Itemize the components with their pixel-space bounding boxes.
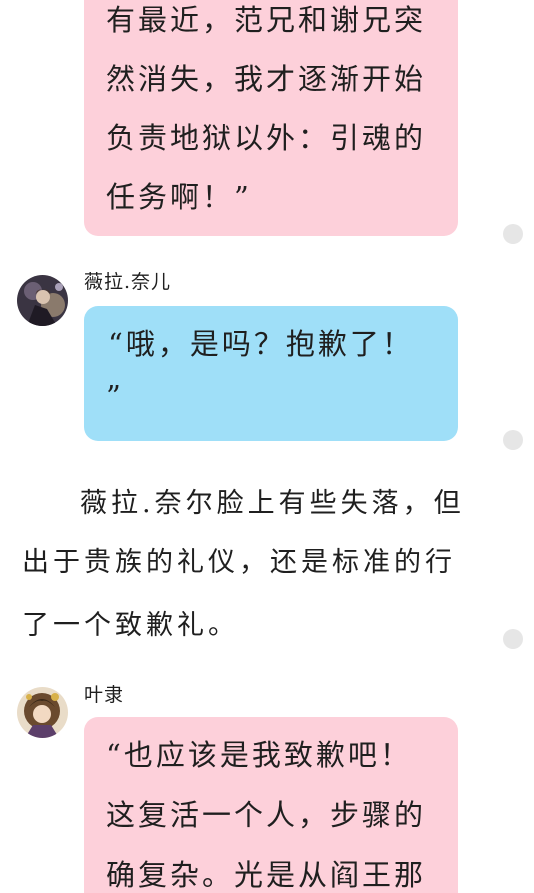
message-text-line: 确复杂。光是从阎王那 [106,858,427,892]
message-text-line: 有最近，范兄和谢兄突 [106,3,427,37]
message-text-line: ” [106,379,124,413]
narration-line: 薇拉.奈尔脸上有些失落，但 [80,488,465,519]
speaker-name: 叶隶 [84,684,125,706]
avatar-vera-icon[interactable] [17,275,68,326]
speaker-name: 薇拉.奈儿 [84,271,172,293]
comment-dot-icon[interactable] [503,224,523,244]
message-bubble-pink: “也应该是我致歉吧！ 这复活一个人，步骤的 确复杂。光是从阎王那 [84,717,458,893]
message-text-line: 然消失，我才逐渐开始 [106,62,427,96]
message-text-line: 这复活一个人，步骤的 [106,798,427,832]
comment-dot-icon[interactable] [503,629,523,649]
avatar-yeli-icon[interactable] [17,687,68,738]
message-text-line: 任务啊！” [106,180,252,214]
message-text-line: “哦，是吗？抱歉了！ [108,327,414,361]
avatar-yeli-image [17,687,68,738]
avatar-vera-image [17,275,68,326]
narration-line: 了一个致歉礼。 [22,610,239,641]
chat-story-page: 有最近，范兄和谢兄突 然消失，我才逐渐开始 负责地狱以外：引魂的 任务啊！” 薇… [0,0,534,893]
narration-line: 出于贵族的礼仪，还是标准的行 [22,547,456,578]
comment-dot-icon[interactable] [503,430,523,450]
message-bubble-blue: “哦，是吗？抱歉了！ ” [84,306,458,441]
message-text-line: “也应该是我致歉吧！ [106,738,412,772]
message-text-line: 负责地狱以外：引魂的 [106,121,427,155]
message-bubble-pink: 有最近，范兄和谢兄突 然消失，我才逐渐开始 负责地狱以外：引魂的 任务啊！” [84,0,458,236]
